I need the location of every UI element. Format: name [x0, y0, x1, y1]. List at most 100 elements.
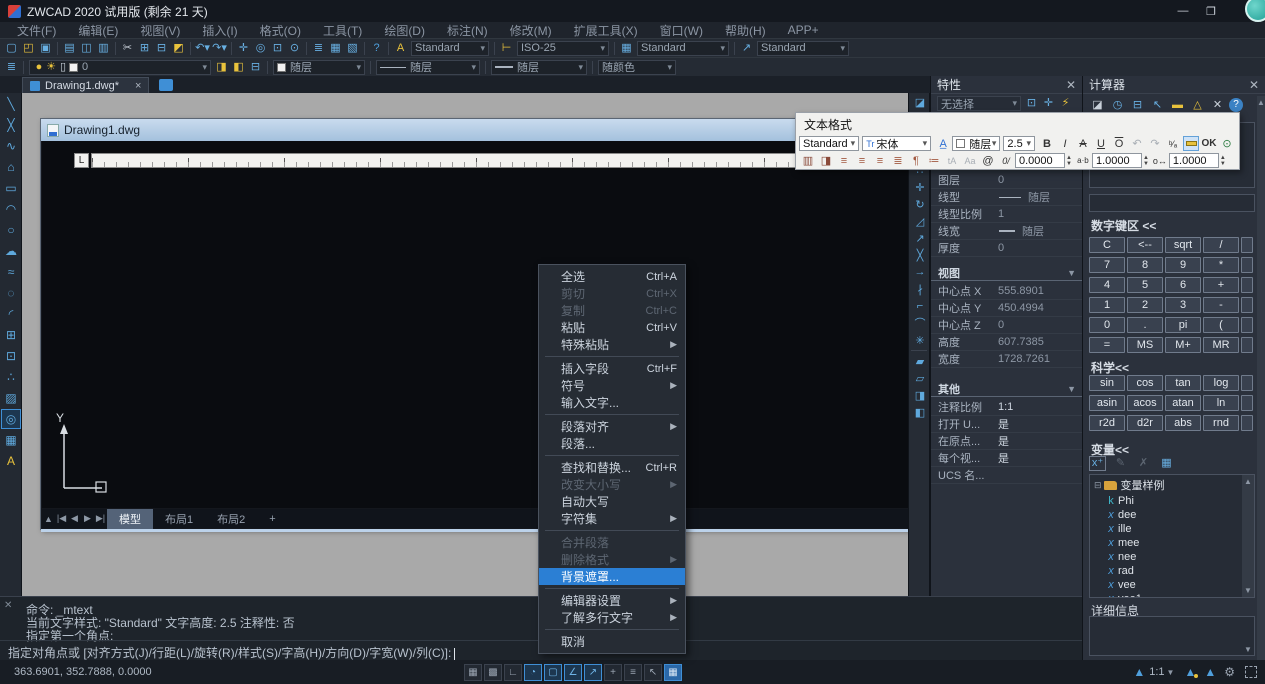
- lineweight-combo[interactable]: 随层▾: [491, 60, 587, 75]
- snap-icon[interactable]: ▩: [484, 664, 502, 681]
- angle-snap-icon[interactable]: ∠: [564, 664, 582, 681]
- calc-paste-icon[interactable]: ⊟: [1129, 98, 1146, 113]
- menu-item-autocaps[interactable]: 自动大写: [539, 493, 685, 510]
- calc-history-icon[interactable]: ◷: [1109, 98, 1126, 113]
- strikethrough-button[interactable]: A: [1075, 136, 1091, 151]
- width-factor-field[interactable]: 1.0000: [1169, 153, 1219, 168]
- calc-key[interactable]: .: [1127, 317, 1163, 333]
- menu-item-combine-paragraphs[interactable]: 合并段落: [539, 534, 685, 551]
- prop-value[interactable]: 555.8901: [995, 285, 1083, 297]
- send-under-icon[interactable]: ◧: [910, 404, 930, 420]
- fillet-tool-icon[interactable]: ⌒: [910, 315, 930, 331]
- variable-item[interactable]: xnee: [1104, 550, 1136, 564]
- annotation-scale-arrow-icon[interactable]: ▼: [1167, 668, 1175, 677]
- paste-icon[interactable]: ⊟: [153, 41, 170, 56]
- explode-tool-icon[interactable]: ✳: [910, 332, 930, 348]
- undo-icon[interactable]: ↶▾: [194, 41, 211, 56]
- prop-value[interactable]: 1: [995, 208, 1083, 220]
- rotate-tool-icon[interactable]: ↻: [910, 196, 930, 212]
- hatch-tool-icon[interactable]: ▨: [1, 388, 21, 408]
- prop-value[interactable]: 是: [995, 450, 1083, 466]
- calc-key[interactable]: 7: [1089, 257, 1125, 273]
- auto-annotation-icon[interactable]: ▲: [1184, 665, 1196, 679]
- tf-style-combo[interactable]: Standard▾: [799, 136, 859, 151]
- menu-view[interactable]: 视图(V): [129, 22, 191, 39]
- drawing-window[interactable]: Drawing1.dwg L Y ▲ |◀ ◀ ▶ ▶| 模型 布局1 布局2 …: [40, 118, 913, 530]
- calc-key[interactable]: d2r: [1127, 415, 1163, 431]
- variable-item[interactable]: kPhi: [1104, 494, 1134, 508]
- dim-style-combo[interactable]: ISO-25▾: [517, 41, 609, 56]
- tab-last-icon[interactable]: ▶|: [94, 513, 107, 524]
- text-format-toolbar[interactable]: 文本格式 Standard▾ Tr宋体▾ A̲ 随层▾ 2.5▾ B I A U…: [795, 112, 1240, 170]
- menu-item-paste[interactable]: 粘贴Ctrl+V: [539, 319, 685, 336]
- prop-value[interactable]: 450.4994: [995, 302, 1083, 314]
- document-tab[interactable]: Drawing1.dwg* ×: [22, 77, 149, 93]
- copy-icon[interactable]: ⊞: [136, 41, 153, 56]
- variable-item[interactable]: xvee: [1104, 578, 1136, 592]
- menu-express[interactable]: 扩展工具(X): [563, 22, 649, 39]
- menu-tools[interactable]: 工具(T): [312, 22, 373, 39]
- menu-item-import-text[interactable]: 输入文字...: [539, 394, 685, 411]
- bold-button[interactable]: B: [1039, 136, 1055, 151]
- stack-icon[interactable]: ᵇ⁄ₐ: [1165, 136, 1181, 151]
- variable-item[interactable]: xvee1: [1104, 592, 1142, 598]
- calc-key[interactable]: 9: [1165, 257, 1201, 273]
- trim-tool-icon[interactable]: ╳: [910, 247, 930, 263]
- calc-key[interactable]: MS: [1127, 337, 1163, 353]
- ok-button[interactable]: OK: [1201, 136, 1217, 151]
- restore-button[interactable]: ❐: [1197, 1, 1225, 21]
- numbering-icon[interactable]: ≔: [926, 153, 942, 168]
- layer-walk-icon[interactable]: ▧: [344, 41, 361, 56]
- tab-prev-icon[interactable]: ◀: [68, 513, 81, 524]
- calc-key-clipped[interactable]: [1241, 277, 1253, 293]
- calc-key-clipped[interactable]: [1241, 317, 1253, 333]
- zoom-realtime-icon[interactable]: ◎: [252, 41, 269, 56]
- options-chevron-icon[interactable]: ⊙: [1219, 136, 1235, 151]
- menu-item-find-replace[interactable]: 查找和替换...Ctrl+R: [539, 459, 685, 476]
- calc-key[interactable]: abs: [1165, 415, 1201, 431]
- zoom-window-icon[interactable]: ⊡: [269, 41, 286, 56]
- break-tool-icon[interactable]: ∤: [910, 281, 930, 297]
- mleader-style-combo[interactable]: Standard▾: [757, 41, 849, 56]
- layer-previous-icon[interactable]: ◧: [230, 60, 247, 75]
- menu-app[interactable]: APP+: [777, 23, 830, 37]
- tf-annotative-icon[interactable]: A̲: [935, 136, 951, 151]
- prop-value[interactable]: 1:1: [995, 401, 1083, 413]
- align-right-icon[interactable]: ≡: [872, 153, 888, 168]
- command-close-icon[interactable]: ✕: [4, 600, 12, 611]
- polyline-tool-icon[interactable]: ∿: [1, 136, 21, 156]
- menu-item-cut[interactable]: 剪切Ctrl+X: [539, 285, 685, 302]
- line-tool-icon[interactable]: ╲: [1, 94, 21, 114]
- table-style-combo[interactable]: Standard▾: [637, 41, 729, 56]
- lineweight-display-icon[interactable]: ≡: [624, 664, 642, 681]
- layer-states-icon[interactable]: ▦: [327, 41, 344, 56]
- calc-clear-icon[interactable]: ◪: [1089, 98, 1106, 113]
- numpad-label[interactable]: 数字键区 <<: [1091, 217, 1156, 234]
- prop-value[interactable]: 随层: [1019, 223, 1083, 239]
- tab-model[interactable]: 模型: [107, 509, 153, 529]
- send-to-back-icon[interactable]: ▱: [910, 370, 930, 386]
- cut-icon[interactable]: ✂: [119, 41, 136, 56]
- calc-key-clipped[interactable]: [1241, 237, 1253, 253]
- menu-window[interactable]: 窗口(W): [649, 22, 714, 39]
- tracking-spinner[interactable]: ▲▼: [1143, 155, 1149, 167]
- dynamic-input-icon[interactable]: +: [604, 664, 622, 681]
- menu-item-paragraph-alignment[interactable]: 段落对齐▶: [539, 418, 685, 435]
- prop-value[interactable]: 随层: [1025, 189, 1083, 205]
- calc-key[interactable]: asin: [1089, 395, 1125, 411]
- menu-item-remove-formatting[interactable]: 删除格式▶: [539, 551, 685, 568]
- annotation-visibility-icon[interactable]: ▲: [1133, 665, 1145, 679]
- calc-measure-angle-icon[interactable]: △: [1189, 98, 1206, 113]
- calc-key-clipped[interactable]: [1241, 375, 1253, 391]
- menu-item-cancel[interactable]: 取消: [539, 633, 685, 650]
- tab-next-icon[interactable]: ▶: [81, 513, 94, 524]
- pan-icon[interactable]: ✛: [235, 41, 252, 56]
- help-icon[interactable]: ?: [368, 41, 385, 56]
- menu-edit[interactable]: 编辑(E): [67, 22, 129, 39]
- new-tab-icon[interactable]: [159, 79, 173, 91]
- calc-key[interactable]: tan: [1165, 375, 1201, 391]
- calc-key[interactable]: sqrt: [1165, 237, 1201, 253]
- calc-input[interactable]: [1089, 194, 1255, 212]
- minimize-button[interactable]: —: [1169, 1, 1197, 21]
- tab-layout2[interactable]: 布局2: [205, 509, 257, 529]
